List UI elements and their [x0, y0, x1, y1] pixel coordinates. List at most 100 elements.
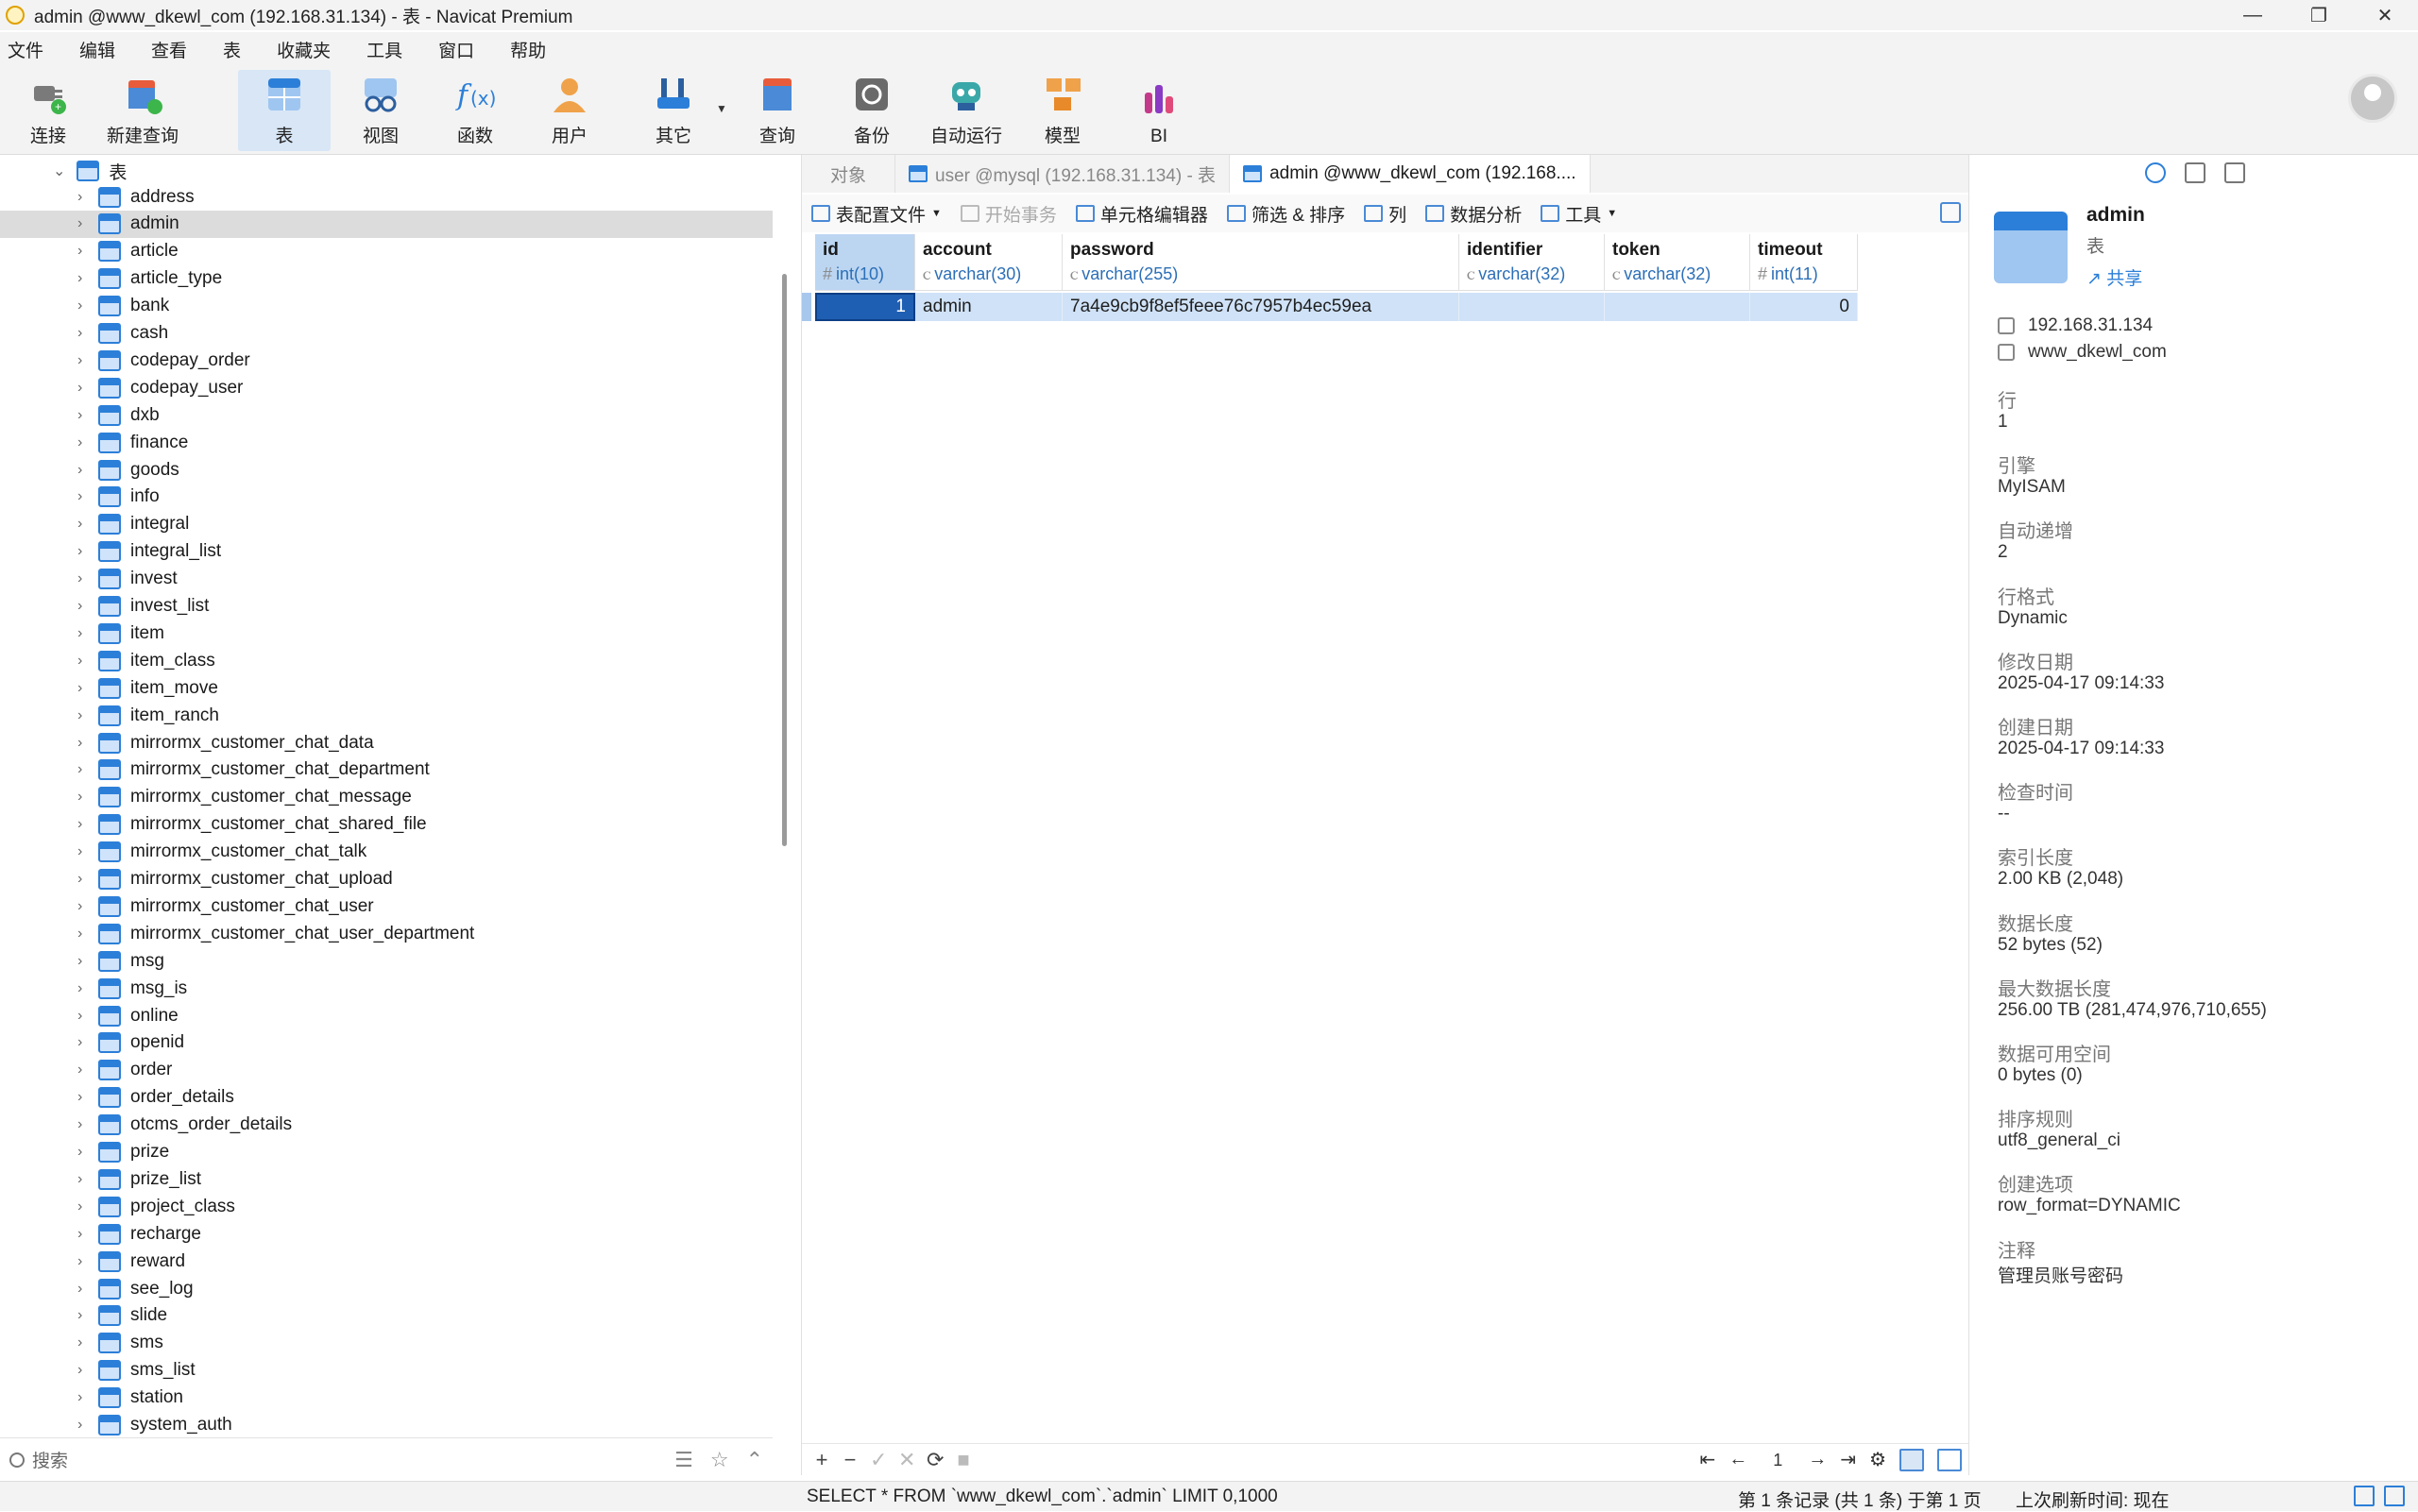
tree-item-mirrormx_customer_chat_department[interactable]: › mirrormx_customer_chat_department: [0, 756, 773, 784]
menu-edit[interactable]: 编辑: [79, 37, 134, 62]
column-header-identifier[interactable]: identifier ꮯ varchar(32): [1459, 234, 1605, 291]
chevron-right-icon[interactable]: ›: [77, 1198, 82, 1215]
form-view-icon[interactable]: [1937, 1448, 1962, 1471]
tree-item-item_ranch[interactable]: › item_ranch: [0, 702, 773, 729]
tree-item-msg[interactable]: › msg: [0, 947, 773, 975]
tree-item-sms_list[interactable]: › sms_list: [0, 1357, 773, 1385]
chevron-right-icon[interactable]: ›: [77, 1307, 82, 1324]
tree-item-integral_list[interactable]: › integral_list: [0, 538, 773, 566]
chevron-right-icon[interactable]: ›: [77, 243, 82, 260]
tree-item-prize_list[interactable]: › prize_list: [0, 1165, 773, 1193]
chevron-right-icon[interactable]: ›: [77, 789, 82, 806]
chevron-right-icon[interactable]: ›: [77, 215, 82, 232]
chevron-right-icon[interactable]: ›: [77, 1089, 82, 1106]
delete-record-icon[interactable]: −: [842, 1448, 859, 1472]
row-indicator[interactable]: [802, 293, 811, 321]
chevron-right-icon[interactable]: ›: [77, 189, 82, 206]
model-button[interactable]: 模型: [1016, 70, 1109, 151]
chevron-right-icon[interactable]: ›: [77, 1062, 82, 1079]
prev-page-icon[interactable]: ←: [1728, 1449, 1747, 1470]
others-button[interactable]: 其它: [627, 70, 720, 151]
chevron-right-icon[interactable]: ›: [77, 625, 82, 642]
tree-item-slide[interactable]: › slide: [0, 1302, 773, 1330]
share-link[interactable]: ↗ 共享: [2086, 264, 2142, 290]
tree-item-item_move[interactable]: › item_move: [0, 674, 773, 702]
tree-item-goods[interactable]: › goods: [0, 456, 773, 484]
chevron-right-icon[interactable]: ›: [77, 1171, 82, 1188]
close-button[interactable]: ✕: [2352, 0, 2418, 30]
tree-item-codepay_order[interactable]: › codepay_order: [0, 347, 773, 374]
user-avatar[interactable]: [2348, 74, 2397, 123]
tab-user-mysql[interactable]: user @mysql (192.168.31.134) - 表: [895, 155, 1231, 193]
stop-icon[interactable]: ■: [955, 1448, 972, 1472]
chevron-right-icon[interactable]: ›: [77, 352, 82, 369]
chevron-right-icon[interactable]: ›: [77, 1417, 82, 1434]
chevron-right-icon[interactable]: ›: [77, 570, 82, 587]
tree-item-order_details[interactable]: › order_details: [0, 1084, 773, 1112]
tree-item-openid[interactable]: › openid: [0, 1029, 773, 1057]
chevron-right-icon[interactable]: ›: [77, 516, 82, 533]
column-header-account[interactable]: account ꮯ varchar(30): [915, 234, 1063, 291]
columns-button[interactable]: 列: [1364, 201, 1406, 227]
tree-item-mirrormx_customer_chat_user[interactable]: › mirrormx_customer_chat_user: [0, 892, 773, 920]
user-button[interactable]: 用户: [523, 70, 616, 151]
chevron-right-icon[interactable]: ›: [77, 380, 82, 397]
tree-item-recharge[interactable]: › recharge: [0, 1220, 773, 1248]
chevron-right-icon[interactable]: ›: [77, 1334, 82, 1351]
search-input[interactable]: 搜索: [32, 1447, 68, 1472]
ddl-icon[interactable]: [2185, 162, 2205, 183]
tree-item-mirrormx_customer_chat_message[interactable]: › mirrormx_customer_chat_message: [0, 784, 773, 811]
cell-token[interactable]: [1605, 293, 1750, 321]
last-page-icon[interactable]: ⇥: [1840, 1448, 1856, 1471]
cell-password[interactable]: 7a4e9cb9f8ef5feee76c7957b4ec59ea: [1063, 293, 1459, 321]
toggle-left-panel-icon[interactable]: [2354, 1486, 2375, 1506]
chevron-right-icon[interactable]: ›: [77, 843, 82, 860]
cell-account[interactable]: admin: [915, 293, 1063, 321]
table-button[interactable]: 表: [238, 70, 331, 151]
cell-editor-button[interactable]: 单元格编辑器: [1075, 201, 1208, 227]
menu-window[interactable]: 窗口: [438, 37, 493, 62]
tree-item-system_auth[interactable]: › system_auth: [0, 1412, 773, 1438]
new-query-button[interactable]: 新建查询: [96, 70, 189, 151]
tab-admin-table[interactable]: admin @www_dkewl_com (192.168....: [1230, 155, 1591, 193]
chevron-right-icon[interactable]: ›: [77, 270, 82, 287]
tree-scrollbar[interactable]: [782, 274, 787, 846]
chevron-right-icon[interactable]: ›: [77, 1253, 82, 1270]
tree-item-station[interactable]: › station: [0, 1385, 773, 1412]
tab-objects[interactable]: 对象: [802, 155, 896, 193]
tree-item-item_class[interactable]: › item_class: [0, 647, 773, 674]
tree-item-msg_is[interactable]: › msg_is: [0, 975, 773, 1002]
tree-item-article[interactable]: › article: [0, 238, 773, 265]
tree-item-article_type[interactable]: › article_type: [0, 265, 773, 293]
data-analysis-button[interactable]: 数据分析: [1425, 201, 1522, 227]
chevron-right-icon[interactable]: ›: [77, 898, 82, 915]
fullscreen-icon[interactable]: [1940, 202, 1961, 223]
chevron-right-icon[interactable]: ›: [77, 761, 82, 778]
tree-item-invest_list[interactable]: › invest_list: [0, 593, 773, 620]
tree-item-bank[interactable]: › bank: [0, 293, 773, 320]
chevron-right-icon[interactable]: ›: [77, 1034, 82, 1051]
query-button[interactable]: 查询: [731, 70, 824, 151]
minimize-button[interactable]: —: [2220, 0, 2286, 30]
tree-item-mirrormx_customer_chat_user_department[interactable]: › mirrormx_customer_chat_user_department: [0, 920, 773, 947]
chevron-right-icon[interactable]: ›: [77, 325, 82, 342]
tree-item-mirrormx_customer_chat_upload[interactable]: › mirrormx_customer_chat_upload: [0, 866, 773, 893]
tree-item-admin[interactable]: › admin: [0, 210, 773, 238]
automation-button[interactable]: 自动运行: [920, 70, 1013, 151]
tree-item-address[interactable]: › address: [0, 183, 773, 211]
chevron-right-icon[interactable]: ›: [77, 735, 82, 752]
chevron-right-icon[interactable]: ›: [77, 816, 82, 833]
tree-item-integral[interactable]: › integral: [0, 511, 773, 538]
tree-item-order[interactable]: › order: [0, 1057, 773, 1084]
table-profile-button[interactable]: 表配置文件 ▼: [811, 201, 942, 227]
tree-item-cash[interactable]: › cash: [0, 320, 773, 348]
layout-panel-icon[interactable]: [2224, 162, 2245, 183]
column-header-timeout[interactable]: timeout # int(11): [1750, 234, 1858, 291]
cell-id[interactable]: 1: [815, 293, 915, 321]
chevron-right-icon[interactable]: ›: [77, 1116, 82, 1133]
chevron-down-icon[interactable]: ⌄: [53, 161, 65, 180]
tree-item-invest[interactable]: › invest: [0, 566, 773, 593]
menu-file[interactable]: 文件: [8, 37, 62, 62]
tree-item-sms[interactable]: › sms: [0, 1330, 773, 1357]
chevron-right-icon[interactable]: ›: [77, 653, 82, 670]
